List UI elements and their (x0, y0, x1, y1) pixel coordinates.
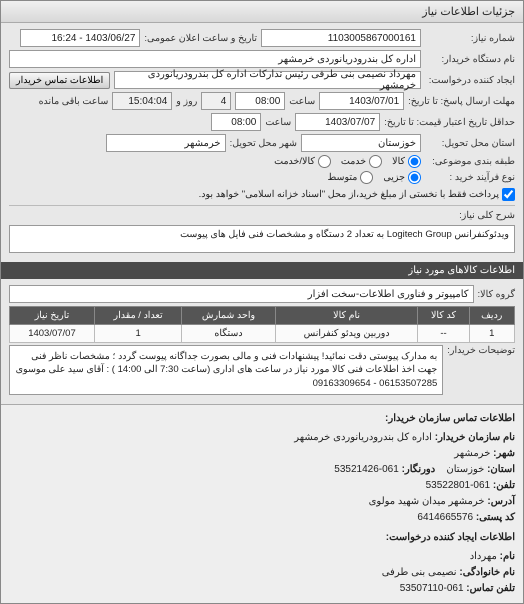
address-label: آدرس: (487, 496, 515, 507)
buyer-org-field: اداره کل بندرودریانوردی خرمشهر (9, 50, 421, 68)
desc-field: ویدئوکنفرانس Logitech Group به تعداد 2 د… (9, 225, 515, 253)
delivery-city-field: خرمشهر (106, 134, 226, 152)
announce-field: 1403/06/27 - 16:24 (20, 29, 140, 47)
th-code: کد کالا (418, 307, 469, 325)
radio-small[interactable]: جزیی (383, 171, 421, 184)
creator-field: مهرداد نصیمی بنی طرفی رئیس تدارکات اداره… (114, 71, 421, 89)
delivery-city-label: شهر محل تحویل: (230, 138, 297, 149)
reply-time-field: 08:00 (235, 92, 285, 110)
buyer-notes: به مدارک پیوستی دقت نمائید! پیشنهادات فن… (9, 345, 443, 395)
cell-name: دوربین ویدئو کنفرانس (275, 325, 418, 343)
radio-service-label: خدمت (341, 156, 366, 167)
time-left-field: 15:04:04 (112, 92, 172, 110)
postal-value: 6414665576 (417, 512, 473, 523)
th-name: نام کالا (275, 307, 418, 325)
contact-info-button[interactable]: اطلاعات تماس خریدار (9, 72, 110, 89)
reply-deadline-label: مهلت ارسال پاسخ: تا تاریخ: (408, 96, 515, 107)
postal-label: کد پستی: (476, 512, 515, 523)
delivery-state-field: خوزستان (301, 134, 421, 152)
fax-label: دورنگار: (402, 464, 436, 475)
payment-note-check[interactable]: پرداخت فقط با نخستی از مبلغ خرید،از محل … (199, 188, 515, 201)
reply-date-field: 1403/07/01 (319, 92, 404, 110)
validity-date-field: 1403/07/07 (295, 113, 380, 131)
cell-qty: 1 (94, 325, 181, 343)
cphone-value: 061-53507110 (400, 583, 464, 594)
payment-note-checkbox[interactable] (502, 188, 515, 201)
buyer-org-label: نام دستگاه خریدار: (425, 54, 515, 65)
payment-note-text: پرداخت فقط با نخستی از مبلغ خرید،از محل … (199, 189, 499, 200)
validity-label: حداقل تاریخ اعتبار قیمت: تا تاریخ: (384, 117, 515, 128)
lastname-label: نام خانوادگی: (459, 567, 515, 578)
cphone-label: تلفن تماس: (466, 583, 515, 594)
address-value: خرمشهر میدان شهید مولوی (369, 496, 485, 507)
budget-label: طبقه بندی موضوعی: (425, 156, 515, 167)
table-header-row: ردیف کد کالا نام کالا واحد شمارش تعداد /… (10, 307, 515, 325)
name-label: نام: (500, 551, 515, 562)
phone-value: 061-53522801 (426, 480, 491, 491)
desc-label: شرح کلی نیاز: (425, 210, 515, 221)
radio-goods-service-label: کالا/خدمت (274, 156, 315, 167)
reply-time-label: ساعت (289, 96, 315, 107)
notes-label: توضیحات خریدار: (447, 345, 515, 356)
window-title: جزئیات اطلاعات نیاز (1, 1, 523, 23)
org-label: نام سازمان خریدار: (435, 432, 515, 443)
proc-type-radios: جزیی متوسط (327, 171, 421, 184)
cell-date: 1403/07/07 (10, 325, 95, 343)
contact-header: اطلاعات تماس سازمان خریدار: (9, 411, 515, 427)
goods-table: ردیف کد کالا نام کالا واحد شمارش تعداد /… (9, 306, 515, 343)
proc-label: نوع فرآیند خرید : (425, 172, 515, 183)
radio-service[interactable]: خدمت (341, 155, 382, 168)
time-left-label: ساعت باقی مانده (39, 96, 109, 107)
phone-label: تلفن: (493, 480, 515, 491)
th-row: ردیف (469, 307, 515, 325)
name-value: مهرداد (470, 551, 497, 562)
creator-contact-header: اطلاعات ایجاد کننده درخواست: (9, 530, 515, 546)
window: جزئیات اطلاعات نیاز شماره نیاز: 11030058… (0, 0, 524, 604)
radio-medium-label: متوسط (327, 172, 357, 183)
table-row[interactable]: 1 -- دوربین ویدئو کنفرانس دستگاه 1 1403/… (10, 325, 515, 343)
radio-goods-label: کالا (392, 156, 405, 167)
radio-medium-input[interactable] (360, 171, 373, 184)
delivery-state-label: استان محل تحویل: (425, 138, 515, 149)
goods-section-header: اطلاعات کالاهای مورد نیاز (1, 262, 523, 279)
days-left-label: روز و (176, 96, 197, 107)
province-label: استان: (487, 464, 515, 475)
lastname-value: نصیمی بنی طرفی (382, 567, 457, 578)
announce-label: تاریخ و ساعت اعلان عمومی: (144, 33, 257, 44)
subject-type-radios: کالا خدمت کالا/خدمت (274, 155, 421, 168)
radio-goods-service-input[interactable] (318, 155, 331, 168)
radio-goods-service[interactable]: کالا/خدمت (274, 155, 331, 168)
city-label: شهر: (493, 448, 515, 459)
request-no-field: 1103005867000161 (261, 29, 421, 47)
days-left-field: 4 (201, 92, 231, 110)
radio-small-label: جزیی (383, 172, 405, 183)
creator-label: ایجاد کننده درخواست: (425, 75, 515, 86)
radio-goods[interactable]: کالا (392, 155, 421, 168)
radio-goods-input[interactable] (408, 155, 421, 168)
radio-medium[interactable]: متوسط (327, 171, 373, 184)
cell-code: -- (418, 325, 469, 343)
th-unit: واحد شمارش (182, 307, 276, 325)
validity-time-field: 08:00 (211, 113, 261, 131)
contact-block: اطلاعات تماس سازمان خریدار: نام سازمان خ… (1, 404, 523, 603)
th-date: تاریخ نیاز (10, 307, 95, 325)
main-form: شماره نیاز: 1103005867000161 تاریخ و ساع… (1, 23, 523, 262)
goods-group-label: گروه کالا: (478, 289, 515, 300)
th-qty: تعداد / مقدار (94, 307, 181, 325)
org-value: اداره کل بندرودریانوردی خرمشهر (294, 432, 432, 443)
province-value: خوزستان (446, 464, 484, 475)
radio-service-input[interactable] (369, 155, 382, 168)
cell-row: 1 (469, 325, 515, 343)
city-value: خرمشهر (454, 448, 490, 459)
separator (9, 205, 515, 206)
validity-time-label: ساعت (265, 117, 291, 128)
goods-group-field: کامپیوتر و فناوری اطلاعات-سخت افزار (9, 285, 474, 303)
fax-value: 061-53521426 (334, 464, 399, 475)
radio-small-input[interactable] (408, 171, 421, 184)
cell-unit: دستگاه (182, 325, 276, 343)
request-no-label: شماره نیاز: (425, 33, 515, 44)
